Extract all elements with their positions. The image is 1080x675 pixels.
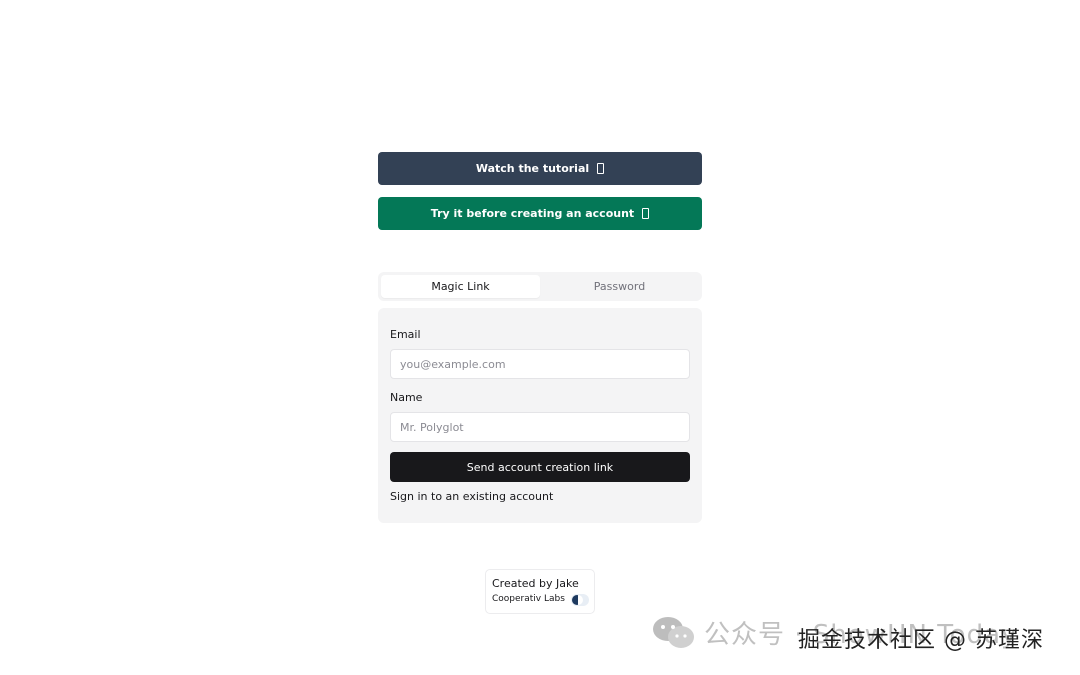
external-link-icon <box>642 208 650 219</box>
watermark: 公众号 · ShowHN Today 掘金技术社区 @ 苏瑾深 <box>652 612 1072 664</box>
signup-form-card: Email Name Send account creation link Si… <box>378 308 702 523</box>
name-label: Name <box>390 391 423 404</box>
watch-tutorial-label: Watch the tutorial <box>475 162 590 175</box>
wechat-icon <box>653 617 694 648</box>
cooperativ-logo-icon <box>571 594 589 606</box>
tab-password[interactable]: Password <box>540 275 699 298</box>
send-creation-link-button[interactable]: Send account creation link <box>390 452 690 482</box>
try-without-account-button[interactable]: Try it before creating an account <box>378 197 702 230</box>
org-name: Cooperativ Labs <box>492 594 565 604</box>
name-field[interactable] <box>390 412 690 442</box>
email-field[interactable] <box>390 349 690 379</box>
watermark-line-1: 公众号 · ShowHN Today <box>704 620 1018 650</box>
watch-tutorial-button[interactable]: Watch the tutorial <box>378 152 702 185</box>
email-label: Email <box>390 328 421 341</box>
try-without-account-label: Try it before creating an account <box>430 207 635 220</box>
external-link-icon <box>597 163 605 174</box>
created-by-text: Created by Jake <box>492 577 579 590</box>
tab-magic-link[interactable]: Magic Link <box>381 275 540 298</box>
sign-in-existing-link[interactable]: Sign in to an existing account <box>390 490 553 503</box>
creator-badge[interactable]: Created by Jake Cooperativ Labs <box>485 569 595 614</box>
watermark-line-2: 掘金技术社区 @ 苏瑾深 <box>798 628 1044 653</box>
auth-method-tabs: Magic Link Password <box>378 272 702 301</box>
